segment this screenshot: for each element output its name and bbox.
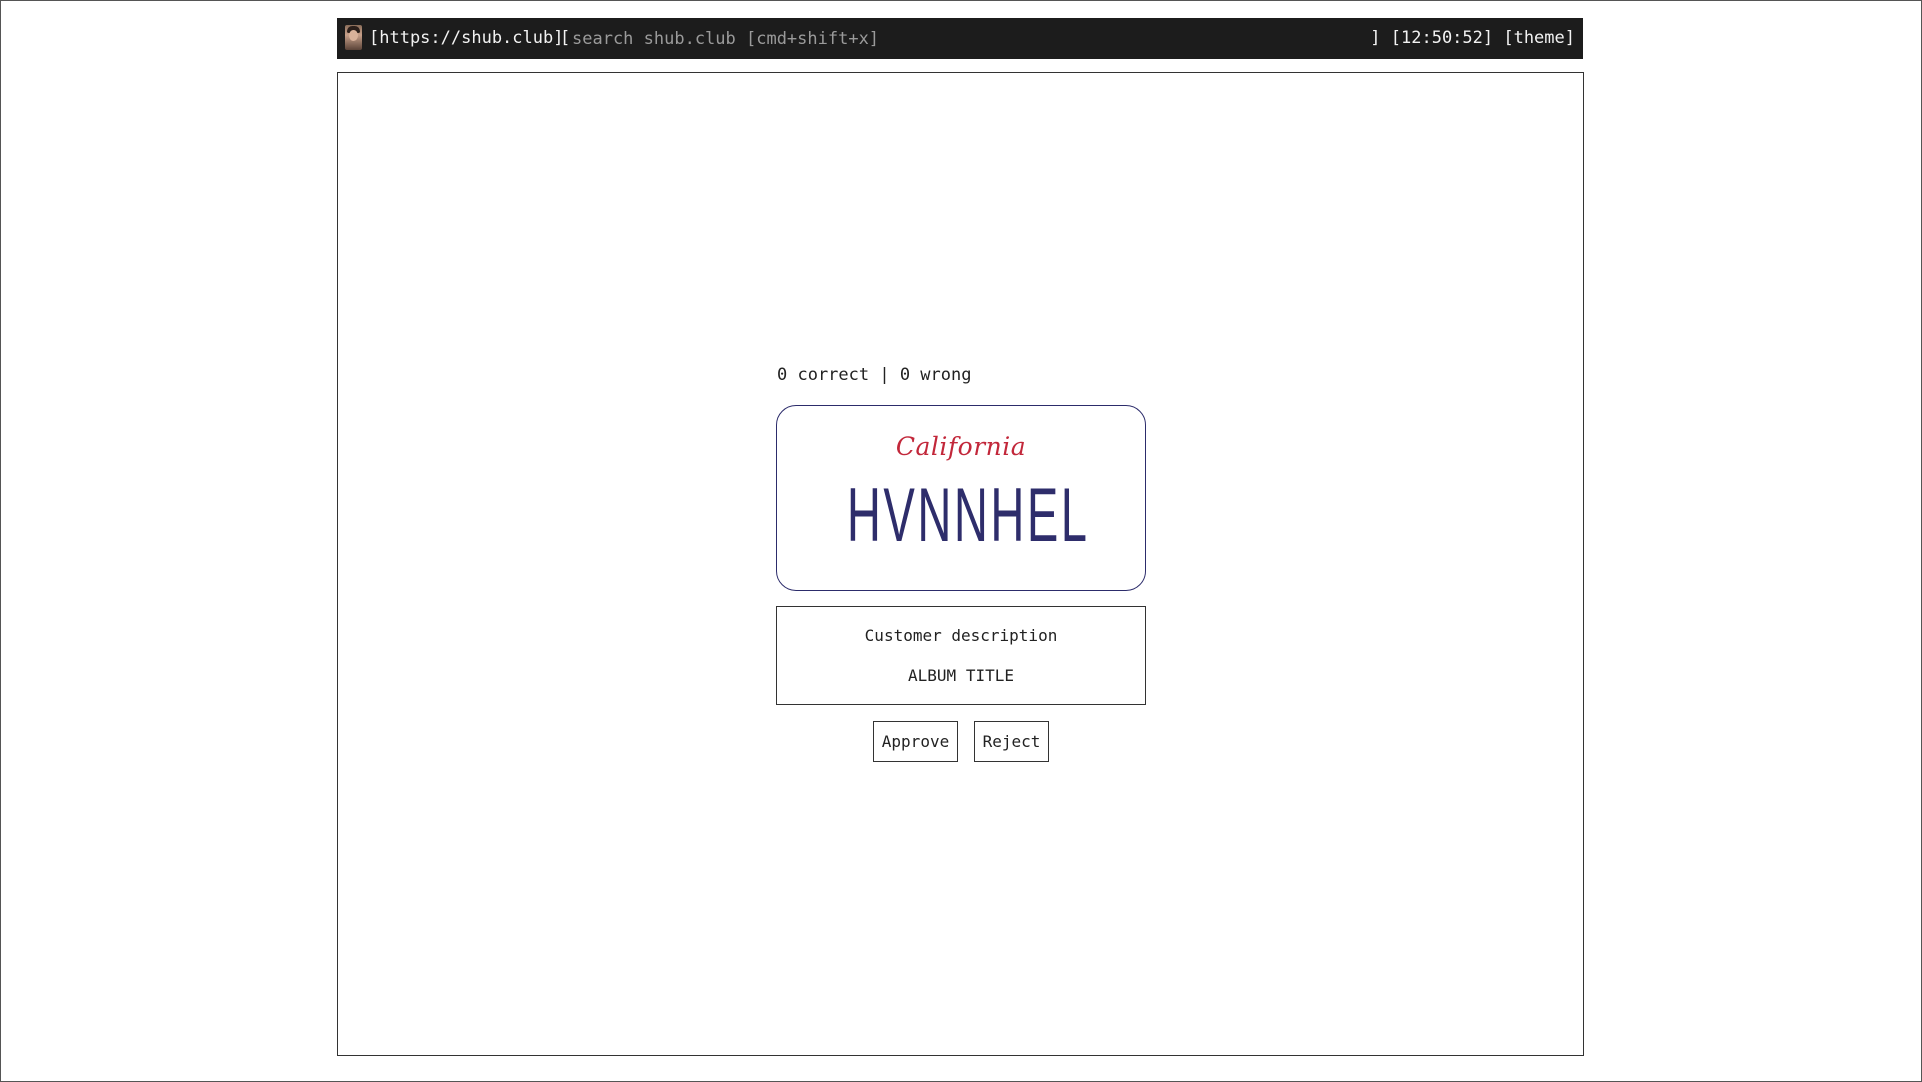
search-input[interactable] (572, 27, 1392, 51)
customer-description-value: ALBUM TITLE (908, 666, 1014, 685)
avatar-face (349, 30, 358, 41)
approve-button[interactable]: Approve (873, 721, 958, 762)
customer-description-box: Customer description ALBUM TITLE (776, 606, 1146, 705)
site-url-link[interactable]: [https://shub.club] (369, 18, 563, 59)
clock-and-theme[interactable]: ] [12:50:52] [theme] (1370, 18, 1575, 59)
avatar[interactable] (345, 25, 362, 50)
search-open-bracket: [ (560, 28, 571, 48)
reject-button[interactable]: Reject (974, 721, 1049, 762)
plate-number: HVNNHEL (846, 473, 1090, 558)
license-plate: California HVNNHEL (776, 405, 1146, 591)
top-bar: [https://shub.club] [ ] [12:50:52] [them… (337, 18, 1583, 59)
customer-description-label: Customer description (864, 626, 1058, 645)
plate-state-name: California (895, 432, 1027, 461)
score-counter: 0 correct | 0 wrong (777, 365, 972, 385)
